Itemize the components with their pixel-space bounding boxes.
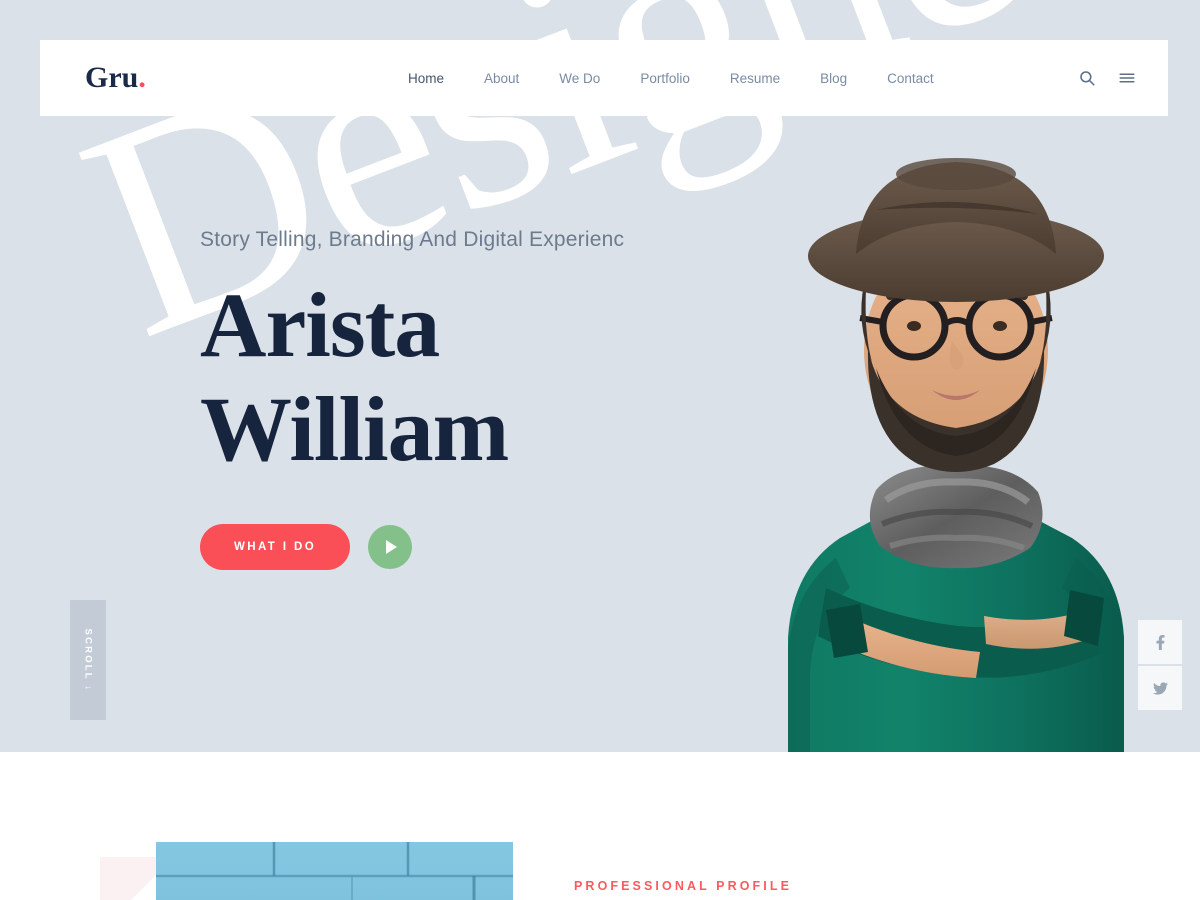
hero-headline: Arista William	[200, 274, 624, 482]
hero-cta-row: WHAT I DO	[200, 523, 624, 570]
nav-item-home[interactable]: Home	[388, 71, 464, 86]
hero-portrait-image	[700, 118, 1200, 752]
hamburger-menu-icon[interactable]	[1118, 69, 1136, 87]
nav-item-about[interactable]: About	[464, 71, 539, 86]
logo-dot: .	[138, 61, 146, 94]
hero-headline-line2: William	[200, 377, 509, 480]
play-video-button[interactable]	[368, 524, 413, 569]
hero-section: Designer Story Telling, Branding And Dig…	[0, 0, 1200, 752]
nav-item-contact[interactable]: Contact	[867, 71, 954, 86]
facebook-icon[interactable]	[1138, 620, 1182, 664]
hero-copy: Story Telling, Branding And Digital Expe…	[200, 228, 624, 570]
hero-headline-line1: Arista	[200, 274, 440, 376]
what-i-do-button[interactable]: WHAT I DO	[200, 523, 351, 570]
about-section: PROFESSIONAL PROFILE	[0, 752, 1200, 900]
about-photo-image	[156, 842, 513, 900]
play-icon	[386, 539, 398, 554]
site-logo[interactable]: Gru.	[85, 61, 146, 95]
search-icon[interactable]	[1078, 69, 1096, 87]
social-links	[1138, 620, 1182, 712]
about-eyebrow-label: PROFESSIONAL PROFILE	[574, 879, 793, 893]
page-root: Designer Story Telling, Branding And Dig…	[0, 0, 1200, 900]
scroll-down-tab[interactable]: SCROLL ↓	[70, 600, 106, 720]
scroll-label: SCROLL ↓	[82, 628, 94, 692]
about-text-block: PROFESSIONAL PROFILE	[574, 879, 792, 893]
nav-item-blog[interactable]: Blog	[800, 71, 867, 86]
nav-item-resume[interactable]: Resume	[710, 71, 800, 86]
nav-item-we-do[interactable]: We Do	[539, 71, 620, 86]
hero-subtitle: Story Telling, Branding And Digital Expe…	[200, 228, 625, 251]
header-icons	[1078, 69, 1136, 87]
site-header: Gru. Home About We Do Portfolio Resume B…	[40, 40, 1168, 116]
twitter-icon[interactable]	[1138, 666, 1182, 710]
main-navigation: Home About We Do Portfolio Resume Blog C…	[388, 71, 954, 86]
nav-item-portfolio[interactable]: Portfolio	[620, 71, 710, 86]
logo-text: Gru	[85, 61, 139, 94]
